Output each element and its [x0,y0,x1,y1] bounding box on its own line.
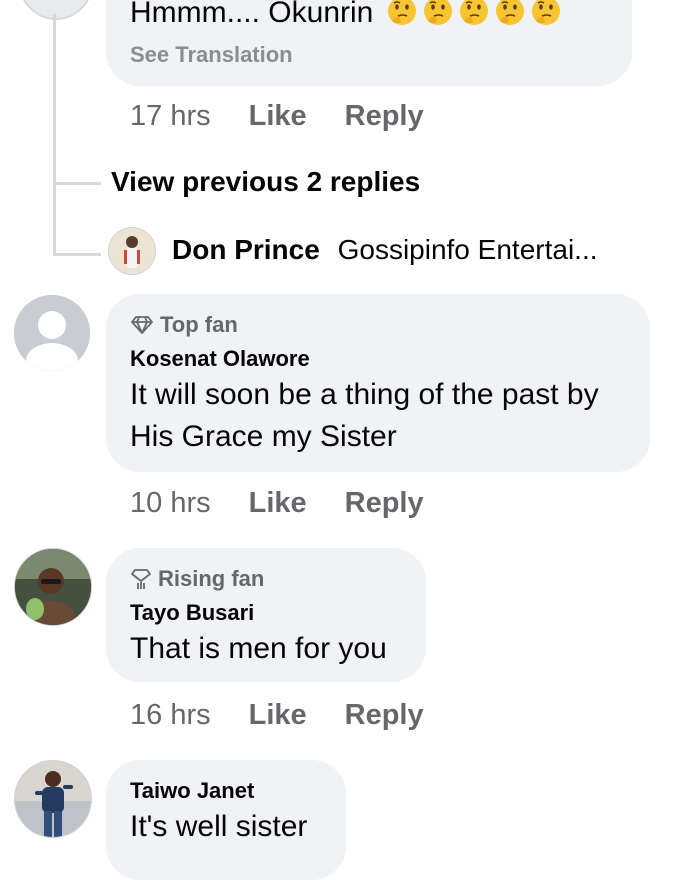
badge-label: Rising fan [158,566,265,591]
comment-text: It's well sister [130,810,308,843]
like-button[interactable]: Like [249,699,307,732]
comment-author[interactable]: Taiwo Janet [130,778,254,804]
comment-actions: 16 hrs Like Reply [130,699,424,732]
comment-bubble: Top fan Kosenat Olawore It will soon be … [106,294,650,472]
thinking-face-emoji [495,0,524,25]
comment-bubble: Hmmm.... Okunrin See Translation [106,0,632,86]
rising-fan-badge: Rising fan [130,566,264,592]
comment-text: It will soon be a thing of the past by H… [130,378,599,453]
comment-text: That is men for you [130,632,387,665]
rising-diamond-icon [131,569,151,589]
thinking-face-emoji [423,0,452,25]
commenter-avatar[interactable] [14,760,92,838]
reply-thread-line [53,14,56,256]
thinking-face-emoji [387,0,416,25]
person-photo-icon [15,761,91,837]
reply-thread-branch [53,182,101,185]
reply-preview[interactable]: Don Prince Gossipinfo Entertai... [172,234,598,266]
default-avatar-icon[interactable] [14,295,90,371]
reply-thread-branch [53,253,101,256]
reply-preview-text: Gossipinfo Entertai... [337,234,598,265]
reply-button[interactable]: Reply [345,487,424,520]
diamond-icon [131,316,153,334]
commenter-avatar[interactable] [18,0,94,20]
reply-button[interactable]: Reply [345,699,424,732]
commenter-avatar[interactable] [14,548,92,626]
comment-timestamp: 16 hrs [130,699,211,731]
person-photo-icon [15,549,91,625]
see-translation-link[interactable]: See Translation [130,42,293,68]
comment-bubble: Taiwo Janet It's well sister [106,760,346,880]
comment-timestamp: 17 hrs [130,100,211,132]
comment-bubble: Rising fan Tayo Busari That is men for y… [106,548,426,682]
thinking-face-emoji [531,0,560,25]
top-fan-badge: Top fan [130,312,238,338]
reply-preview-author: Don Prince [172,234,320,265]
badge-label: Top fan [160,312,238,337]
emoji-row [382,0,562,29]
like-button[interactable]: Like [249,100,307,133]
thinking-face-emoji [459,0,488,25]
person-photo-icon [109,228,155,274]
comment-actions: 17 hrs Like Reply [130,100,424,133]
comment-text: Hmmm.... Okunrin [130,0,562,34]
reply-button[interactable]: Reply [345,100,424,133]
comment-actions: 10 hrs Like Reply [130,487,424,520]
comment-author[interactable]: Tayo Busari [130,600,254,626]
like-button[interactable]: Like [249,487,307,520]
comment-author[interactable]: Kosenat Olawore [130,346,310,372]
reply-author-avatar[interactable] [108,227,156,275]
view-previous-replies-link[interactable]: View previous 2 replies [111,166,420,198]
comment-timestamp: 10 hrs [130,487,211,519]
